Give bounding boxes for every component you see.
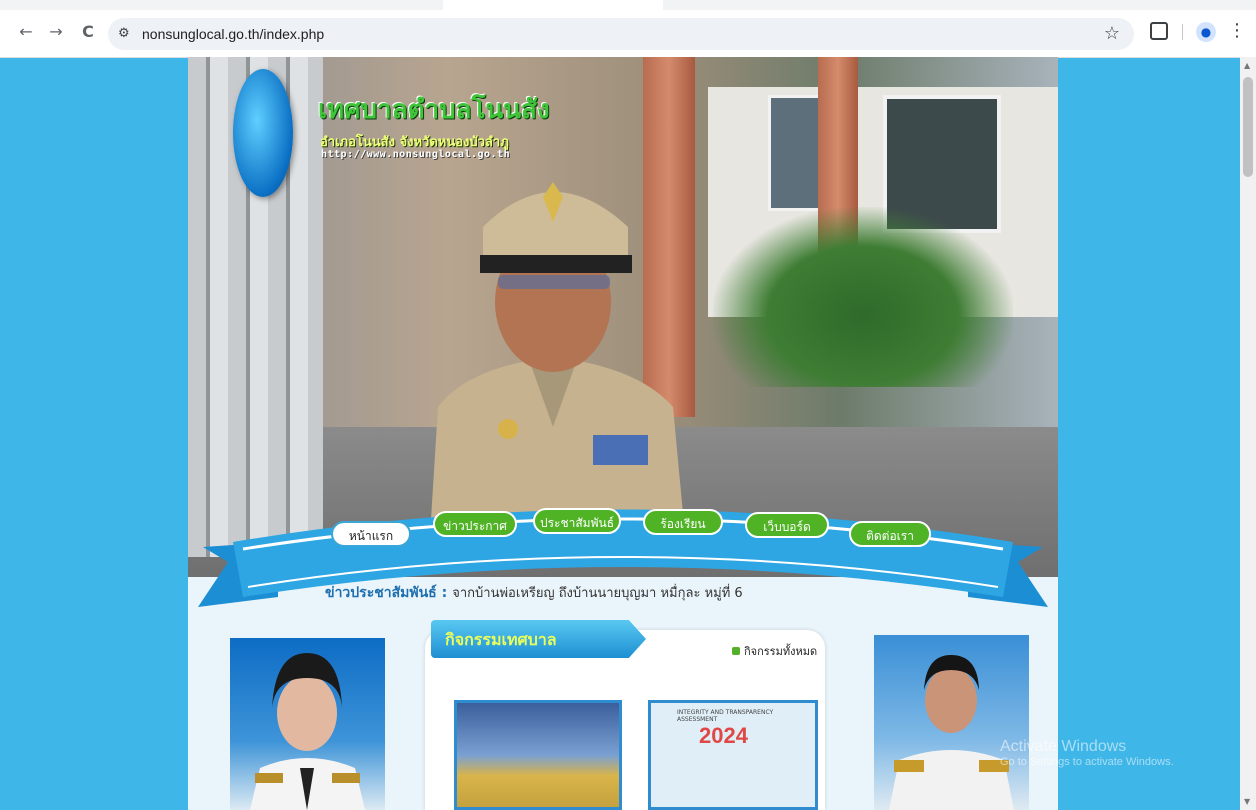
browser-toolbar: ← → C ⚙ nonsunglocal.go.th/index.php ☆ ●…	[0, 0, 1256, 58]
nav-complaints[interactable]: ร้องเรียน	[643, 509, 723, 535]
nav-public-relations[interactable]: ประชาสัมพันธ์	[533, 508, 621, 534]
arrow-bullet-icon	[732, 647, 740, 655]
toolbar-divider	[1182, 24, 1183, 40]
right-official-photo	[874, 635, 1029, 810]
extensions-icon[interactable]	[1150, 22, 1168, 40]
activities-title: กิจกรรมเทศบาล	[445, 630, 557, 649]
all-activities-link[interactable]: กิจกรรมทั้งหมด	[732, 642, 817, 660]
back-icon[interactable]: ←	[16, 22, 36, 42]
profile-avatar-icon[interactable]: ●	[1196, 22, 1216, 42]
thumbnail-year: 2024	[699, 723, 748, 748]
reload-icon[interactable]: C	[78, 22, 98, 42]
scrollbar-thumb[interactable]	[1243, 77, 1253, 177]
nav-announcements[interactable]: ข่าวประกาศ	[433, 511, 517, 537]
activities-header: กิจกรรมเทศบาล	[431, 620, 646, 658]
browser-menu-icon[interactable]: ⋮	[1228, 20, 1246, 41]
scroll-down-arrow-icon[interactable]: ▼	[1244, 797, 1250, 806]
active-tab[interactable]	[443, 0, 663, 10]
left-official-photo	[230, 638, 385, 810]
url-text[interactable]: nonsunglocal.go.th/index.php	[142, 26, 324, 42]
municipality-logo	[233, 69, 293, 197]
bookmark-star-icon[interactable]: ☆	[1104, 23, 1120, 44]
website-page: เทศบาลตำบลโนนสัง อำเภอโนนสัง จังหวัดหนอง…	[188, 57, 1058, 810]
site-info-icon[interactable]: ⚙	[118, 26, 130, 41]
news-ticker[interactable]: ข่าวประชาสัมพันธ์ : จากบ้านพ่อเหรียญ ถึง…	[325, 582, 845, 602]
os-activation-watermark: Activate Windows Go to Settings to activ…	[1000, 738, 1174, 768]
tab-strip	[0, 0, 1256, 10]
nav-contact[interactable]: ติดต่อเรา	[849, 521, 931, 547]
page-scrollbar[interactable]: ▲ ▼	[1240, 57, 1256, 810]
scroll-up-arrow-icon[interactable]: ▲	[1244, 61, 1250, 70]
nav-webboard[interactable]: เว็บบอร์ด	[745, 512, 829, 538]
thumbnail-caption: INTEGRITY AND TRANSPARENCY ASSESSMENT	[677, 709, 774, 723]
site-title: เทศบาลตำบลโนนสัง	[318, 95, 550, 125]
site-url-text: http://www.nonsunglocal.go.th	[321, 149, 511, 160]
activity-thumbnail[interactable]: INTEGRITY AND TRANSPARENCY ASSESSMENT 20…	[648, 700, 818, 810]
forward-icon[interactable]: →	[46, 22, 66, 42]
banner-plants	[713, 207, 1013, 387]
ticker-text[interactable]: จากบ้านพ่อเหรียญ ถึงบ้านนายบุญมา หมื่กุล…	[452, 586, 742, 601]
activity-thumbnail[interactable]	[454, 700, 622, 810]
ticker-label: ข่าวประชาสัมพันธ์ :	[325, 585, 448, 601]
nav-home[interactable]: หน้าแรก	[331, 521, 411, 547]
address-bar[interactable]: ⚙ nonsunglocal.go.th/index.php ☆	[108, 18, 1134, 50]
